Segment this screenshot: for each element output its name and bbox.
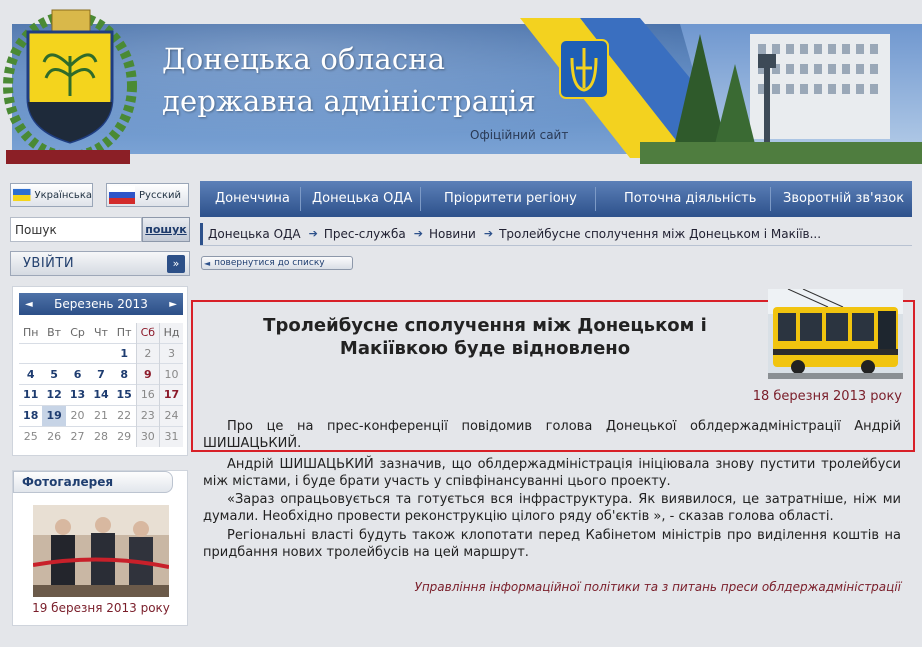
government-building-photo xyxy=(640,24,922,164)
calendar-day[interactable]: 17 xyxy=(159,384,183,406)
donetsk-oblast-emblem xyxy=(3,9,137,164)
calendar-day[interactable]: 14 xyxy=(89,384,113,406)
article-paragraph-2: Андрій ШИШАЦЬКИЙ зазначив, що облдержадм… xyxy=(203,456,901,490)
russia-flag-icon xyxy=(109,186,135,204)
calendar-day: 27 xyxy=(65,425,90,447)
site-title-line2: державна адміністрація xyxy=(162,84,537,118)
breadcrumb-current: Тролейбусне сполучення між Донецьком і М… xyxy=(499,226,822,241)
calendar-month: Березень 2013 xyxy=(54,297,148,311)
search-input[interactable] xyxy=(10,217,142,242)
back-to-list-button[interactable]: ◄ повернутися до списку xyxy=(201,256,353,270)
gallery-date: 19 березня 2013 року xyxy=(32,601,170,615)
calendar-day: 25 xyxy=(19,425,43,447)
language-ukrainian[interactable]: Українська xyxy=(10,183,93,207)
article-title: Тролейбусне сполучення між Донецьком і М… xyxy=(263,315,707,359)
calendar-day[interactable]: 8 xyxy=(112,363,137,385)
site-header: Донецька обласна державна адміністрація … xyxy=(0,0,922,172)
calendar-day[interactable]: 12 xyxy=(42,384,66,406)
breadcrumb-item[interactable]: Донецька ОДА xyxy=(208,227,301,241)
calendar-widget: ◄ Березень 2013 ► Пн Вт Ср Чт Пт Сб Нд 1 2 3 4 5 6 7 8… xyxy=(12,286,188,456)
calendar-grid: Пн Вт Ср Чт Пт Сб Нд 1 2 3 4 5 6 7 8 9 10 11 12 13 14 15 16 17 1… xyxy=(19,323,183,447)
main-navigation: Донеччина Донецька ОДА Пріоритети регіон… xyxy=(200,181,912,217)
site-title: Донецька обласна державна адміністрація xyxy=(162,38,536,122)
nav-item-feedback[interactable]: Зворотній зв'язок xyxy=(783,191,904,206)
calendar-day: 24 xyxy=(159,404,183,427)
ukraine-flag-icon xyxy=(13,188,31,202)
login-label: УВІЙТИ xyxy=(23,256,75,271)
calendar-day: 20 xyxy=(65,404,90,427)
calendar-day[interactable]: 5 xyxy=(42,363,66,385)
calendar-empty-cell xyxy=(65,342,90,364)
breadcrumb: Донецька ОДА ➔ Прес-служба ➔ Новини ➔ Тр… xyxy=(200,222,912,246)
calendar-day: 16 xyxy=(135,384,160,406)
login-button[interactable]: УВІЙТИ » xyxy=(10,251,190,276)
calendar-day: 22 xyxy=(112,404,137,427)
gallery-photo[interactable] xyxy=(33,505,169,597)
article-date: 18 березня 2013 року xyxy=(752,389,902,404)
nav-item-donetska-oda[interactable]: Донецька ОДА xyxy=(312,191,412,206)
breadcrumb-item[interactable]: Прес-служба xyxy=(324,227,406,241)
calendar-next-month-icon[interactable]: ► xyxy=(169,299,177,310)
calendar-day: 23 xyxy=(135,404,160,427)
breadcrumb-arrow-icon: ➔ xyxy=(483,227,494,240)
calendar-day[interactable]: 13 xyxy=(65,384,90,406)
calendar-prev-month-icon[interactable]: ◄ xyxy=(25,299,33,310)
paragraph-text: «Зараз опрацьовується та готується вся і… xyxy=(203,492,901,524)
calendar-weekday: Пн xyxy=(22,326,39,340)
search-button[interactable]: пошук xyxy=(142,217,190,242)
breadcrumb-arrow-icon: ➔ xyxy=(308,227,318,240)
paragraph-text: Андрій ШИШАЦЬКИЙ зазначив, що облдержадм… xyxy=(203,457,901,489)
trolleybus-photo xyxy=(768,289,903,379)
language-russian[interactable]: Русский xyxy=(106,183,189,207)
calendar-day: 2 xyxy=(135,342,160,364)
calendar-day[interactable]: 6 xyxy=(65,363,90,385)
calendar-day: 10 xyxy=(159,363,183,385)
article-paragraph-1: Про це на прес-конференції повідомив гол… xyxy=(203,418,901,452)
breadcrumb-arrow-icon: ➔ xyxy=(413,227,423,240)
calendar-day[interactable]: 11 xyxy=(19,384,43,406)
article-source: Управління інформаційної політики та з п… xyxy=(414,580,901,594)
calendar-weekday: Вт xyxy=(47,326,62,340)
calendar-day[interactable]: 7 xyxy=(89,363,113,385)
calendar-day[interactable]: 4 xyxy=(19,363,43,385)
double-chevron-right-icon: » xyxy=(167,254,185,273)
paragraph-text: Про це на прес-конференції повідомив гол… xyxy=(203,419,901,451)
calendar-day[interactable]: 15 xyxy=(112,384,137,406)
nav-item-priorities[interactable]: Пріоритети регіону xyxy=(444,191,577,206)
calendar-day: 29 xyxy=(112,425,137,447)
calendar-weekday: Пт xyxy=(116,326,132,340)
calendar-weekday: Чт xyxy=(94,326,108,340)
calendar-weekday: Ср xyxy=(70,326,85,340)
calendar-day: 21 xyxy=(89,404,113,427)
nav-item-donechchyna[interactable]: Донеччина xyxy=(215,191,290,206)
paragraph-text: Регіональні власті будуть також клопотат… xyxy=(203,528,901,560)
calendar-weekday: Сб xyxy=(135,323,160,343)
breadcrumb-item[interactable]: Новини xyxy=(429,227,476,241)
back-to-list-label: повернутися до списку xyxy=(214,258,325,268)
article-paragraph-4: Регіональні власті будуть також клопотат… xyxy=(203,527,901,561)
calendar-day[interactable]: 18 xyxy=(19,404,43,427)
calendar-day: 3 xyxy=(159,342,183,364)
official-site-label: Офіційний сайт xyxy=(470,128,569,142)
calendar-weekday: Нд xyxy=(159,323,183,343)
language-russian-label: Русский xyxy=(139,189,181,201)
calendar-day: 30 xyxy=(135,425,160,447)
calendar-day: 19 xyxy=(42,404,66,427)
calendar-day[interactable]: 1 xyxy=(112,342,137,364)
calendar-day[interactable]: 9 xyxy=(135,363,160,385)
article-paragraph-3: «Зараз опрацьовується та готується вся і… xyxy=(203,491,901,525)
calendar-header: ◄ Березень 2013 ► xyxy=(19,293,183,315)
calendar-day: 31 xyxy=(159,425,183,447)
photo-gallery: Фотогалерея 19 березня 2013 року xyxy=(12,470,188,626)
calendar-day: 28 xyxy=(89,425,113,447)
calendar-empty-cell xyxy=(19,342,43,364)
calendar-day: 26 xyxy=(42,425,66,447)
nav-item-current-activity[interactable]: Поточна діяльність xyxy=(624,191,756,206)
calendar-empty-cell xyxy=(42,342,66,364)
language-ukrainian-label: Українська xyxy=(34,189,93,201)
site-title-line1: Донецька обласна xyxy=(162,42,446,76)
calendar-empty-cell xyxy=(89,342,113,364)
back-triangle-icon: ◄ xyxy=(204,258,211,268)
gallery-title[interactable]: Фотогалерея xyxy=(13,471,173,493)
